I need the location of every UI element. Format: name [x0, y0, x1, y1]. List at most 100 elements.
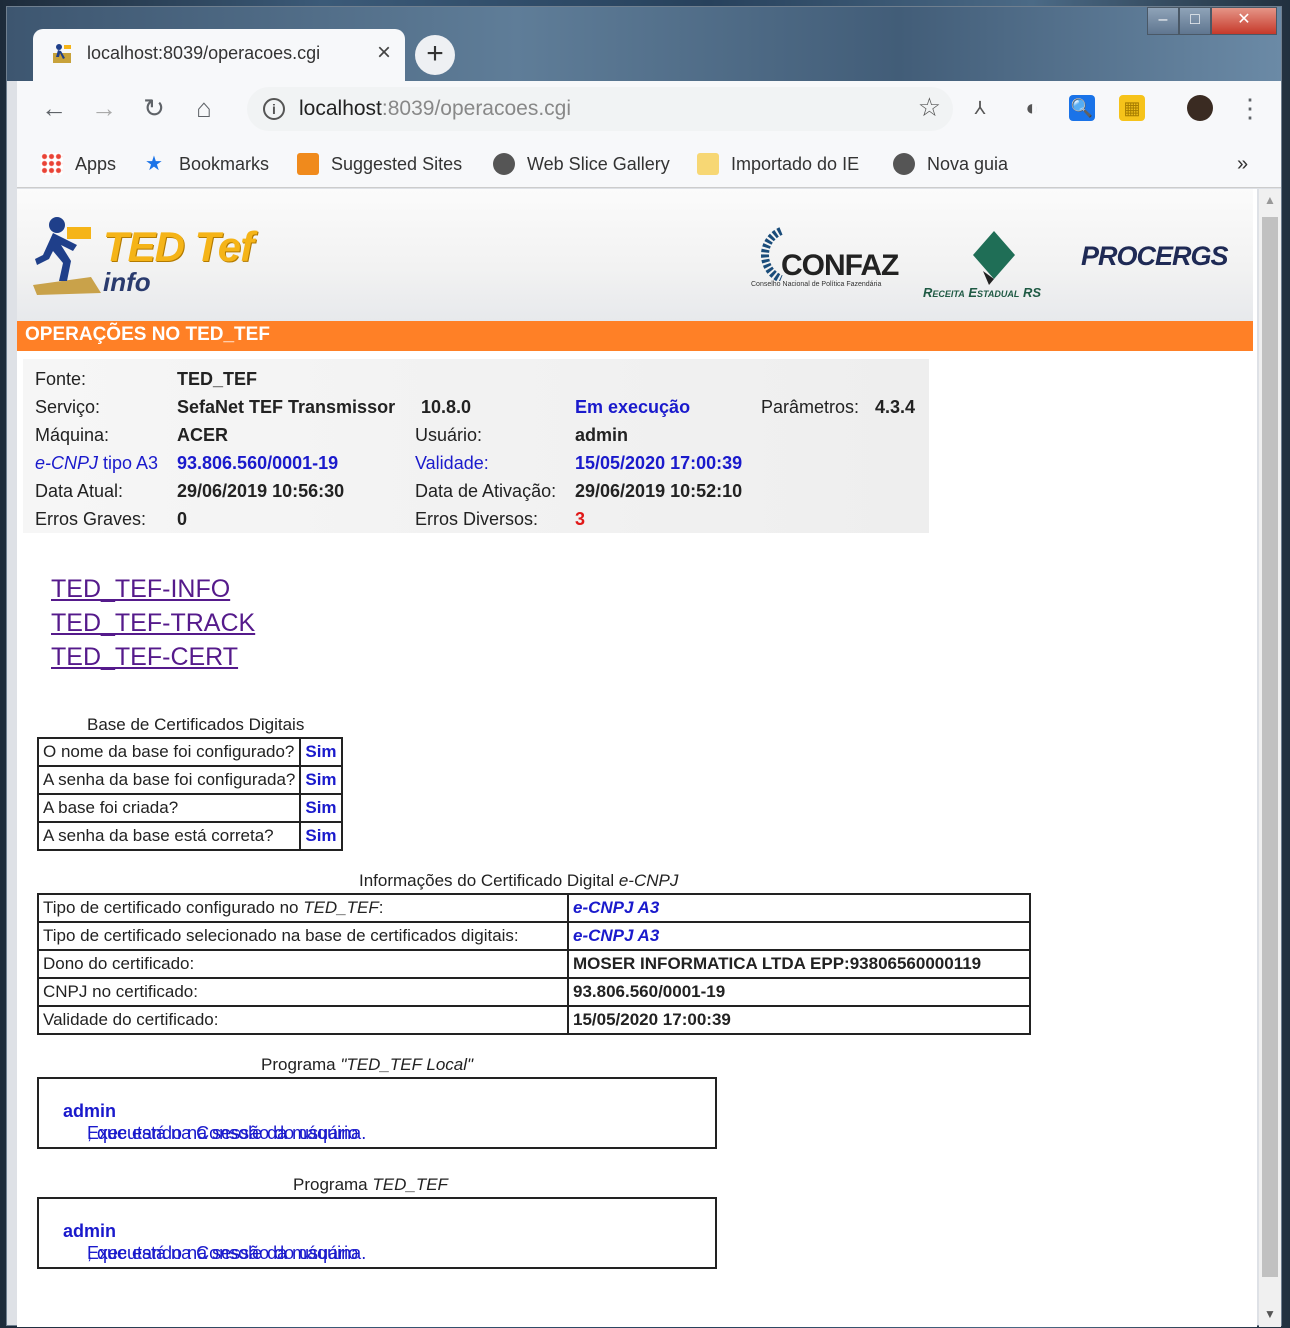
link-ted-tef-track[interactable]: TED_TEF-TRACK [51, 609, 255, 638]
browser-window: localhost:8039/operacoes.cgi × + – □ ✕ ←… [6, 6, 1282, 1327]
usuario-value: admin [575, 425, 629, 445]
table-row: A base foi criada? Sim [36, 793, 343, 823]
table-row: Validade do certificado: 15/05/2020 17:00… [37, 1005, 1031, 1035]
programa-local-caption: Programa "TED_TEF Local" [261, 1055, 474, 1074]
page-content: TED Tef info CONFAZ Conselho Nacional de… [17, 189, 1257, 1327]
suggested-sites-icon [297, 153, 319, 175]
table-row: Dono do certificado: MOSER INFORMATICA LT… [37, 949, 1031, 979]
programa-local-message: Executando na sessão do usuário admin, q… [63, 1101, 367, 1143]
bookmark-suggested-sites[interactable]: Suggested Sites [297, 153, 462, 175]
section-title-bar: OPERAÇÕES NO TED_TEF [17, 321, 1253, 351]
maquina-label: Máquina: [35, 425, 110, 445]
extension-icon[interactable]: ⅄ [967, 95, 993, 121]
base-cert-caption: Base de Certificados Digitais [87, 715, 305, 734]
fonte-label: Fonte: [35, 369, 87, 389]
confaz-emblem-icon [761, 227, 783, 283]
maquina-value: ACER [177, 425, 229, 445]
ted-tef-logo: TED Tef info [33, 215, 254, 300]
erros-diversos-label: Erros Diversos: [415, 509, 539, 529]
ted-favicon-icon [53, 44, 71, 63]
servico-value: SefaNet TEF Transmissor [177, 397, 396, 417]
star-icon: ★ [145, 153, 163, 175]
minimize-button[interactable]: – [1147, 7, 1179, 35]
erros-diversos-value: 3 [575, 509, 586, 529]
site-info-icon[interactable]: i [263, 98, 285, 120]
programa-tef-box: Executando na sessão do usuário admin, q… [37, 1197, 717, 1269]
home-icon[interactable]: ⌂ [187, 91, 221, 125]
runner-logo-icon [33, 217, 101, 295]
bookmarks-bar: Apps ★ Bookmarks Suggested Sites Web Sli… [17, 137, 1281, 188]
fonte-value: TED_TEF [177, 369, 258, 389]
parametros-value: 4.3.4 [875, 397, 916, 417]
link-ted-tef-info[interactable]: TED_TEF-INFO [51, 575, 230, 604]
scroll-down-arrow-icon[interactable]: ▼ [1259, 1307, 1281, 1321]
bookmark-bookmarks[interactable]: ★ Bookmarks [145, 153, 269, 175]
ecnpj-label: e-CNPJ tipo A3 [35, 453, 159, 473]
vertical-scrollbar[interactable]: ▲ ▼ [1259, 189, 1281, 1327]
circle-extension-icon[interactable]: ◐ [1019, 95, 1045, 121]
service-info-panel: Fonte: TED_TEF Serviço: SefaNet TEF Tran… [23, 359, 929, 533]
profile-avatar[interactable] [1187, 95, 1213, 121]
bookmark-importado-do-ie[interactable]: Importado do IE [697, 153, 859, 175]
close-window-button[interactable]: ✕ [1211, 7, 1277, 35]
logo-title: TED Tef [103, 223, 254, 270]
back-arrow-icon[interactable]: ← [37, 91, 71, 125]
data-atual-label: Data Atual: [35, 481, 124, 501]
more-bookmarks-chevron-icon[interactable]: » [1237, 153, 1248, 176]
browser-tab[interactable]: localhost:8039/operacoes.cgi × [33, 29, 405, 81]
confaz-logo: CONFAZ Conselho Nacional de Política Faz… [751, 225, 899, 288]
cert-info-caption: Informações do Certificado Digital e-CNP… [359, 871, 679, 890]
scroll-up-arrow-icon[interactable]: ▲ [1259, 193, 1281, 207]
base-cert-table: O nome da base foi configurado? Sim A sen… [36, 737, 343, 851]
address-bar[interactable]: i localhost:8039/operacoes.cgi ☆ [247, 87, 953, 131]
scrollbar-thumb[interactable] [1262, 217, 1278, 1277]
table-row: A senha da base foi configurada? Sim [36, 765, 343, 795]
chip-extension-icon[interactable]: ▦ [1119, 95, 1145, 121]
table-row: Tipo de certificado configurado no TED_T… [37, 893, 1031, 923]
programa-tef-caption: Programa TED_TEF [293, 1175, 448, 1194]
table-row: Tipo de certificado selecionado na base … [37, 921, 1031, 951]
programa-tef-message: Executando na sessão do usuário admin, q… [63, 1221, 367, 1263]
link-ted-tef-cert[interactable]: TED_TEF-CERT [51, 643, 238, 672]
url-text[interactable]: localhost:8039/operacoes.cgi [299, 97, 571, 121]
page-banner: TED Tef info CONFAZ Conselho Nacional de… [17, 189, 1253, 321]
servico-label: Serviço: [35, 397, 101, 417]
data-ativacao-label: Data de Ativação: [415, 481, 557, 501]
title-bar: localhost:8039/operacoes.cgi × + – □ ✕ [7, 7, 1281, 81]
apps-grid-icon [41, 153, 63, 175]
cert-info-table: Tipo de certificado configurado no TED_T… [37, 893, 1031, 1035]
table-row: CNPJ no certificado: 93.806.560/0001-19 [37, 977, 1031, 1007]
globe-icon [893, 153, 915, 175]
folder-icon [697, 153, 719, 175]
validade-label: Validade: [415, 453, 489, 473]
programa-local-box: Executando na sessão do usuário admin, q… [37, 1077, 717, 1149]
reload-icon[interactable]: ↻ [137, 91, 171, 125]
ecnpj-value: 93.806.560/0001-19 [177, 453, 339, 473]
data-atual-value: 29/06/2019 10:56:30 [177, 481, 345, 501]
section-title: OPERAÇÕES NO TED_TEF [25, 324, 270, 345]
tab-title: localhost:8039/operacoes.cgi [87, 43, 321, 63]
erros-graves-value: 0 [177, 509, 188, 529]
status-value: Em execução [575, 397, 691, 417]
tab-close-icon[interactable]: × [377, 39, 391, 67]
validade-value: 15/05/2020 17:00:39 [575, 453, 743, 473]
bookmark-web-slice-gallery[interactable]: Web Slice Gallery [493, 153, 670, 175]
receita-diamond-icon [973, 231, 1015, 285]
bookmark-nova-guia[interactable]: Nova guia [893, 153, 1008, 175]
versao-value: 10.8.0 [421, 397, 472, 417]
usuario-label: Usuário: [415, 425, 483, 445]
bookmark-star-icon[interactable]: ☆ [918, 92, 941, 123]
new-tab-button[interactable]: + [415, 35, 455, 75]
table-row: O nome da base foi configurado? Sim [36, 737, 343, 767]
window-controls: – □ ✕ [1147, 7, 1277, 35]
parametros-label: Parâmetros: [761, 397, 860, 417]
browser-toolbar: ← → ↻ ⌂ i localhost:8039/operacoes.cgi ☆… [17, 81, 1281, 137]
globe-icon [493, 153, 515, 175]
forward-arrow-icon[interactable]: → [87, 91, 121, 125]
procergs-logo: PROCERGS [1081, 241, 1229, 271]
maximize-button[interactable]: □ [1179, 7, 1211, 35]
search-extension-icon[interactable]: 🔍 [1069, 95, 1095, 121]
bookmark-apps[interactable]: Apps [41, 153, 116, 175]
logo-subtitle: info [103, 267, 151, 297]
menu-kebab-icon[interactable]: ⋮ [1233, 91, 1267, 125]
